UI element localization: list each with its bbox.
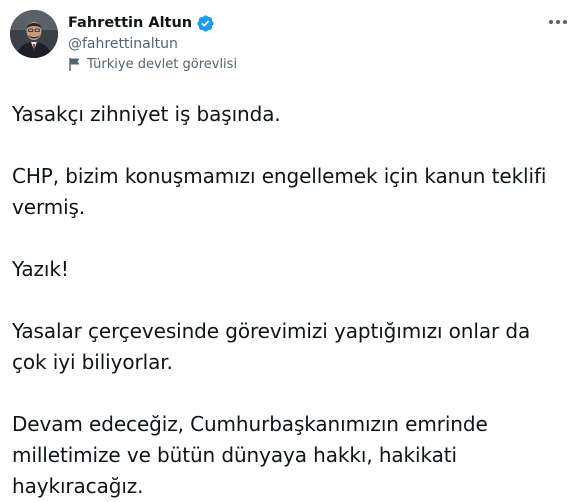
tweet-card: Fahrettin Altun @fahrettinaltun Türkiye …: [0, 0, 582, 498]
tweet-text: Yasakçı zihniyet iş başında. CHP, bizim …: [12, 99, 572, 502]
more-dots-icon: [549, 20, 567, 24]
tweet-paragraph: CHP, bizim konuşmamızı engellemek için k…: [12, 164, 547, 219]
author-name-row: Fahrettin Altun: [68, 13, 215, 33]
author-handle[interactable]: @fahrettinaltun: [68, 36, 178, 52]
flag-icon: [68, 57, 82, 72]
tweet-paragraph: Yazık!: [12, 257, 69, 281]
government-label[interactable]: Türkiye devlet görevlisi: [68, 57, 237, 72]
tweet-paragraph: Yasalar çerçevesinde görevimizi yaptığım…: [12, 319, 531, 374]
verified-badge-icon: [196, 14, 215, 33]
more-options-button[interactable]: [546, 12, 570, 32]
avatar-image: [10, 10, 58, 58]
avatar[interactable]: [10, 10, 58, 58]
tweet-paragraph: Yasakçı zihniyet iş başında.: [12, 102, 281, 126]
tweet-paragraph: Devam edeceğiz, Cumhurbaşkanımızın emrin…: [12, 412, 488, 498]
author-display-name[interactable]: Fahrettin Altun: [68, 15, 192, 31]
government-label-text: Türkiye devlet görevlisi: [87, 57, 238, 72]
